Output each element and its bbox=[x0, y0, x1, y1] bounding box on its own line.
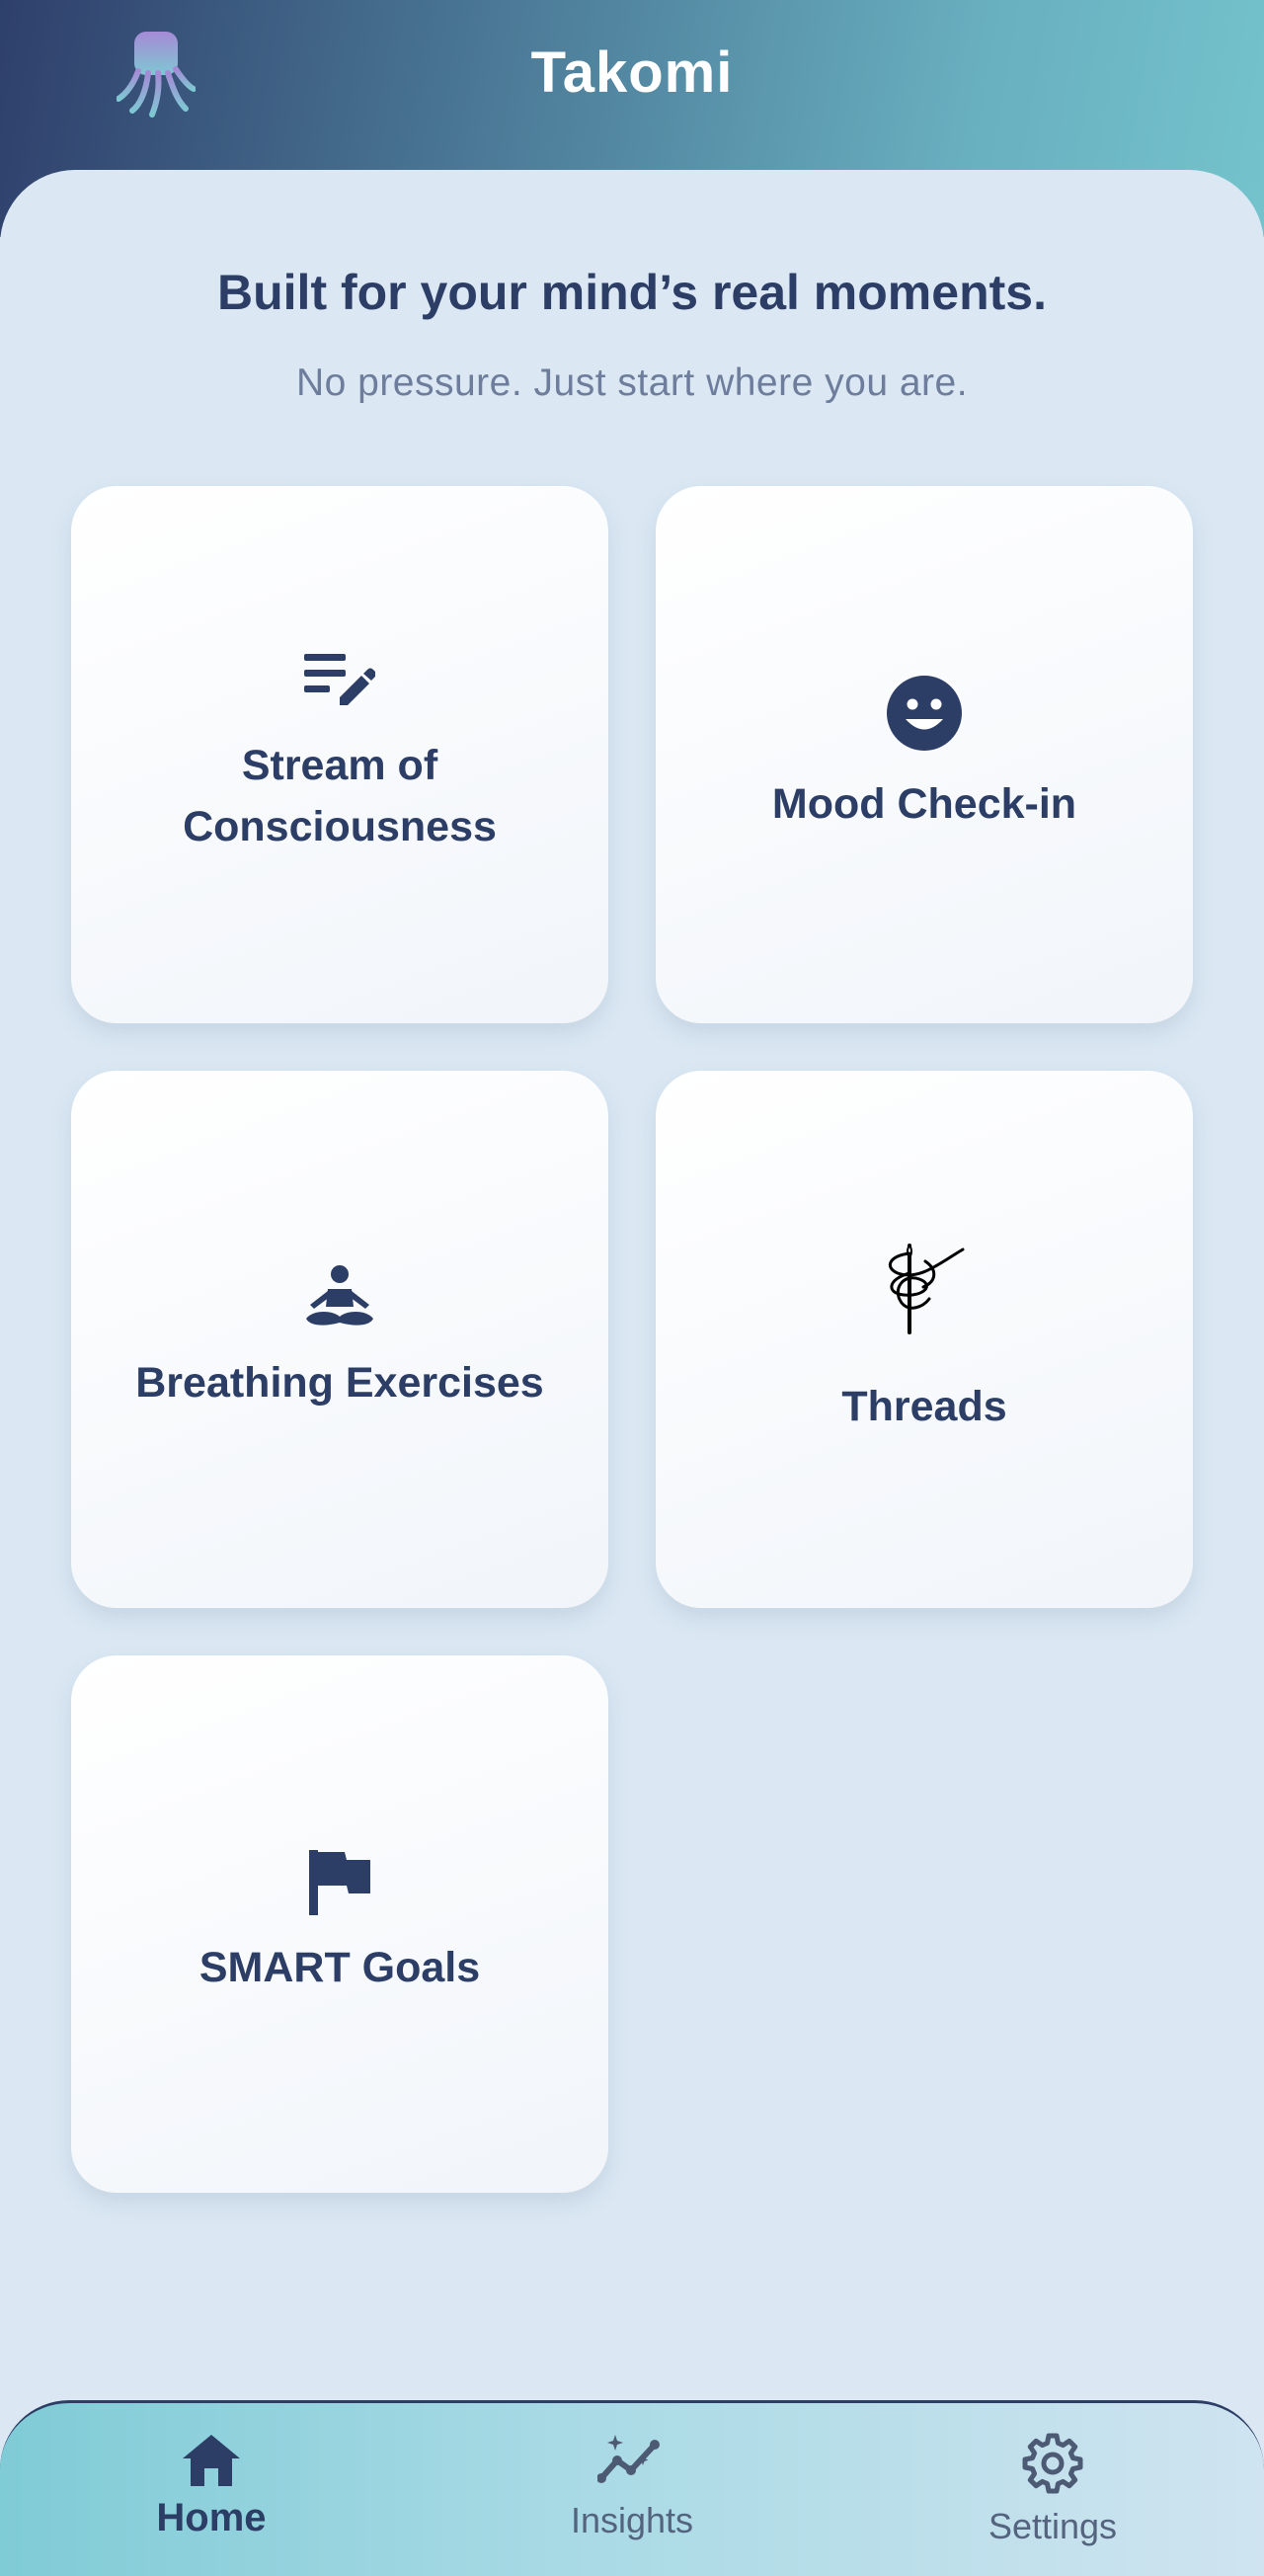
card-label: Mood Check-in bbox=[771, 780, 1077, 828]
card-mood-check-in[interactable]: Mood Check-in bbox=[656, 486, 1193, 1023]
card-label: Stream of Consciousness bbox=[183, 742, 497, 850]
bottom-navigation: Home Insights Settings bbox=[0, 2400, 1264, 2576]
hero-subline: No pressure. Just start where you are. bbox=[295, 362, 969, 404]
flag-icon bbox=[309, 1850, 370, 1915]
main-content: Built for your mind’s real moments. No p… bbox=[0, 170, 1264, 2576]
card-stream-of-consciousness[interactable]: Stream of Consciousness bbox=[71, 486, 608, 1023]
card-smart-goals[interactable]: SMART Goals bbox=[71, 1655, 608, 2193]
hero-headline: Built for your mind’s real moments. bbox=[217, 265, 1047, 320]
insights-icon bbox=[597, 2435, 660, 2483]
needle-thread-icon bbox=[888, 1244, 965, 1334]
card-label: Threads bbox=[841, 1383, 1007, 1430]
card-breathing-exercises[interactable]: Breathing Exercises bbox=[71, 1071, 608, 1608]
app-screen: Takomi Built for your mind’s real moment… bbox=[0, 0, 1264, 2576]
meditation-icon bbox=[306, 1265, 373, 1326]
card-label: SMART Goals bbox=[198, 1944, 481, 1991]
nav-insights[interactable]: Insights bbox=[484, 2433, 780, 2571]
nav-label: Settings bbox=[988, 2506, 1118, 2546]
nav-settings[interactable]: Settings bbox=[905, 2433, 1201, 2571]
nav-home[interactable]: Home bbox=[63, 2433, 359, 2571]
nav-label: Home bbox=[156, 2496, 267, 2539]
nav-label: Insights bbox=[570, 2500, 694, 2540]
smiley-face-icon bbox=[887, 676, 962, 751]
card-threads[interactable]: Threads bbox=[656, 1071, 1193, 1608]
gear-icon bbox=[1022, 2433, 1083, 2494]
app-title: Takomi bbox=[530, 40, 734, 105]
notes-edit-icon bbox=[304, 654, 375, 705]
card-label: Breathing Exercises bbox=[135, 1359, 544, 1407]
home-icon bbox=[183, 2435, 240, 2486]
